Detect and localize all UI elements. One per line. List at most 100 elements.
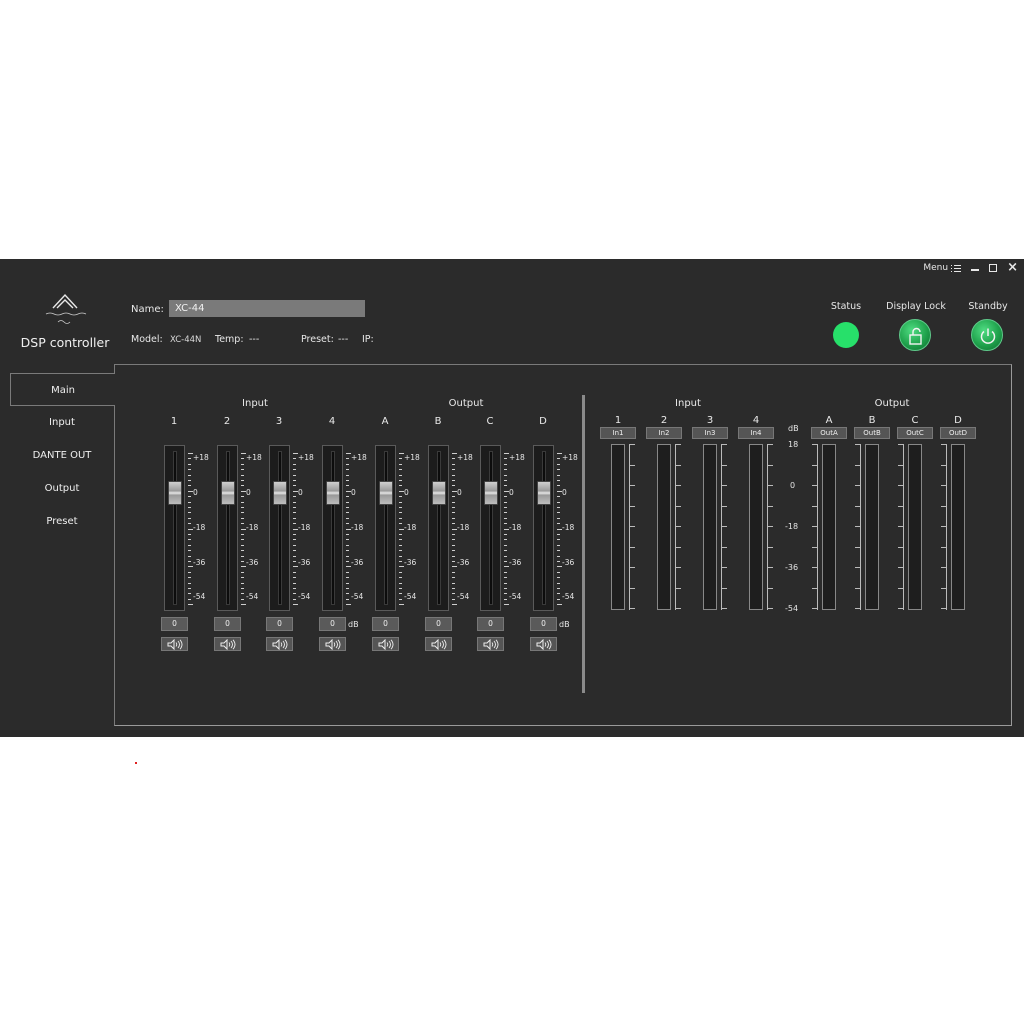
fader-tick-label: +18 [298,453,314,462]
fader-tick-label: 0 [193,488,198,497]
fader-knob[interactable] [273,480,287,505]
standby-button[interactable] [971,319,1003,351]
volume-fader[interactable] [322,445,343,611]
volume-fader[interactable] [217,445,238,611]
volume-fader[interactable] [533,445,554,611]
fader-scale [504,445,509,611]
scale-tick [346,550,349,552]
mute-button[interactable] [477,637,504,651]
volume-fader[interactable] [480,445,501,611]
speaker-icon [167,639,183,650]
fader-value-box[interactable]: 0 [319,617,346,631]
fader-value-box[interactable]: 0 [477,617,504,631]
volume-fader[interactable] [428,445,449,611]
minimize-button[interactable] [971,265,980,271]
scale-tick [293,458,296,460]
scale-tick [188,496,191,498]
tab-preset[interactable]: Preset [10,505,114,538]
scale-tick [941,444,946,445]
tab-output[interactable]: Output [10,472,114,505]
mute-button[interactable] [425,637,452,651]
fader-tick-label: +18 [509,453,525,462]
fader-knob[interactable] [326,480,340,505]
scale-tick [676,464,681,466]
mute-button[interactable] [530,637,557,651]
scale-tick [722,526,727,527]
scale-tick [241,577,244,579]
scale-tick [452,539,455,541]
fader-value-box[interactable]: 0 [266,617,293,631]
fader-tick-label: 0 [509,488,514,497]
mute-button[interactable] [319,637,346,651]
fader-value-box[interactable]: 0 [530,617,557,631]
meter-channel-label: 1 [614,415,622,426]
fader-tick-label: 0 [298,488,303,497]
meter-scale-label: -36 [785,563,799,572]
scale-tick [855,608,860,609]
scale-tick [504,485,507,487]
scale-tick [630,546,635,548]
fader-knob[interactable] [221,480,235,505]
device-name-input[interactable] [169,300,365,317]
mute-button[interactable] [161,637,188,651]
scale-tick [855,485,860,486]
fader-value-box[interactable]: 0 [161,617,188,631]
scale-tick [768,444,773,445]
meter-channel-tag: OutC [897,427,933,439]
mute-button[interactable] [266,637,293,651]
mute-button[interactable] [214,637,241,651]
scale-tick [630,587,635,589]
scale-tick [504,539,507,541]
scale-tick [241,501,244,503]
app-title: DSP controller [20,335,110,350]
tab-dante-out[interactable]: DANTE OUT [10,439,114,472]
fader-scale [452,445,457,611]
scale-tick [504,588,507,589]
volume-fader[interactable] [375,445,396,611]
maximize-button[interactable] [989,264,998,272]
scale-tick [812,464,817,466]
fader-channel-label: A [381,416,389,427]
menu-button[interactable]: Menu [923,263,962,273]
meter-channel-tag: OutD [940,427,976,439]
scale-tick [188,507,191,508]
scale-tick [452,517,455,519]
fader-tick-label: -54 [351,592,364,601]
scale-tick [504,604,509,606]
tab-input[interactable]: Input [10,406,114,439]
fader-value-box[interactable]: 0 [425,617,452,631]
speaker-icon [536,639,552,650]
scale-tick [346,507,349,508]
scale-tick [399,561,402,562]
scale-tick [452,550,455,552]
fader-knob[interactable] [379,480,393,505]
fader-value-box[interactable]: 0 [372,617,399,631]
fader-value-box[interactable]: 0 [214,617,241,631]
scale-tick [898,526,903,527]
fader-knob[interactable] [432,480,446,505]
fader-knob[interactable] [484,480,498,505]
scale-tick [630,485,635,486]
close-button[interactable]: × [1007,261,1018,274]
scale-tick [188,523,191,525]
fader-tick-label: 0 [562,488,567,497]
scale-tick [898,505,903,507]
meter-scale [767,444,773,610]
scale-tick [557,582,560,584]
tab-main[interactable]: Main [10,373,115,406]
model-value: XC-44N [170,335,202,345]
maximize-icon [989,264,998,272]
scale-tick [293,550,296,552]
scale-tick [898,464,903,466]
stray-mark [135,762,137,764]
fader-knob[interactable] [537,480,551,505]
fader-tick-label: -36 [404,558,417,567]
volume-fader[interactable] [269,445,290,611]
display-lock-button[interactable] [899,319,931,351]
scale-tick [557,507,560,508]
scale-tick [812,505,817,507]
mute-button[interactable] [372,637,399,651]
fader-knob[interactable] [168,480,182,505]
model-label: Model: [131,334,163,345]
volume-fader[interactable] [164,445,185,611]
